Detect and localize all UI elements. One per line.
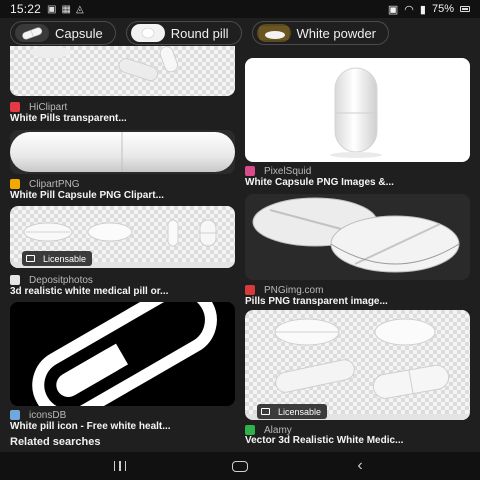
related-searches-heading: Related searches [10, 436, 101, 448]
badge-label: Licensable [43, 253, 87, 264]
message-icon: ▣ [47, 3, 57, 15]
chip-label: Round pill [170, 25, 229, 41]
signal-icon: ▮ [419, 3, 426, 16]
clipartpng-favicon-icon [10, 179, 20, 189]
result-title[interactable]: White pill icon - Free white healt... [10, 420, 235, 433]
status-time: 15:22 [10, 2, 42, 16]
chip-white-powder[interactable]: White powder [251, 21, 390, 45]
result-title[interactable]: Pills PNG transparent image... [245, 295, 470, 308]
chip-label: Capsule [55, 25, 103, 41]
result-image[interactable] [10, 302, 235, 406]
depositphotos-favicon-icon [10, 275, 20, 285]
result-image[interactable] [245, 194, 470, 280]
chip-capsule[interactable]: Capsule [10, 21, 116, 45]
chip-round-pill[interactable]: Round pill [125, 21, 242, 45]
licensable-badge: Licensable [22, 251, 93, 266]
white-powder-thumb-icon [256, 24, 291, 42]
round-pill-thumb-icon [130, 24, 165, 42]
pngimg-favicon-icon [245, 285, 255, 295]
source-label: PixelSquid [264, 165, 312, 177]
result-title[interactable]: 3d realistic white medical pill or... [10, 285, 235, 298]
result-title[interactable]: Vector 3d Realistic White Medic... [245, 434, 470, 447]
wifi-icon: ◠ [404, 3, 414, 16]
source-label: HiClipart [29, 101, 68, 113]
battery-percent: 75% [431, 3, 454, 15]
result-image[interactable] [10, 130, 235, 174]
capsule-thumb-icon [15, 24, 49, 42]
licensable-badge: Licensable [257, 404, 328, 419]
result-title[interactable]: White Capsule PNG Images &... [245, 176, 470, 189]
save-icon: ▣ [387, 3, 399, 16]
home-button[interactable] [220, 456, 260, 476]
result-title[interactable]: White Pills transparent... [10, 112, 235, 125]
result-image[interactable] [245, 58, 470, 162]
source-label: PNGimg.com [264, 284, 324, 296]
chip-label: White powder [296, 25, 377, 41]
status-right: ▣ ◠ ▮ 75% [388, 3, 470, 16]
pixelsquid-favicon-icon [245, 166, 255, 176]
source-label: ClipartPNG [29, 178, 80, 190]
status-bar: 15:22 ▣ ▦ ◬ ▣ ◠ ▮ 75% [0, 0, 480, 18]
recents-button[interactable] [100, 456, 140, 476]
system-nav-bar: ‹ [0, 452, 480, 480]
screen: 15:22 ▣ ▦ ◬ ▣ ◠ ▮ 75% Capsule Round pill [0, 0, 480, 480]
source-label: iconsDB [29, 409, 67, 421]
back-button[interactable]: ‹ [340, 456, 380, 476]
recents-icon [113, 461, 127, 471]
image-icon: ▦ [61, 3, 71, 15]
badge-label: Licensable [278, 406, 322, 417]
camera-icon [26, 255, 35, 262]
iconsdb-favicon-icon [10, 410, 20, 420]
battery-icon [460, 6, 470, 12]
source-label: Depositphotos [29, 274, 93, 286]
result-image[interactable] [10, 46, 235, 96]
hiclipart-favicon-icon [10, 102, 20, 112]
related-chips-row: Capsule Round pill White powder [0, 18, 480, 48]
back-icon: ‹ [357, 457, 363, 474]
home-icon [232, 460, 248, 472]
camera-icon [261, 408, 270, 415]
result-title[interactable]: White Pill Capsule PNG Clipart... [10, 189, 235, 202]
cast-icon: ◬ [75, 3, 84, 15]
